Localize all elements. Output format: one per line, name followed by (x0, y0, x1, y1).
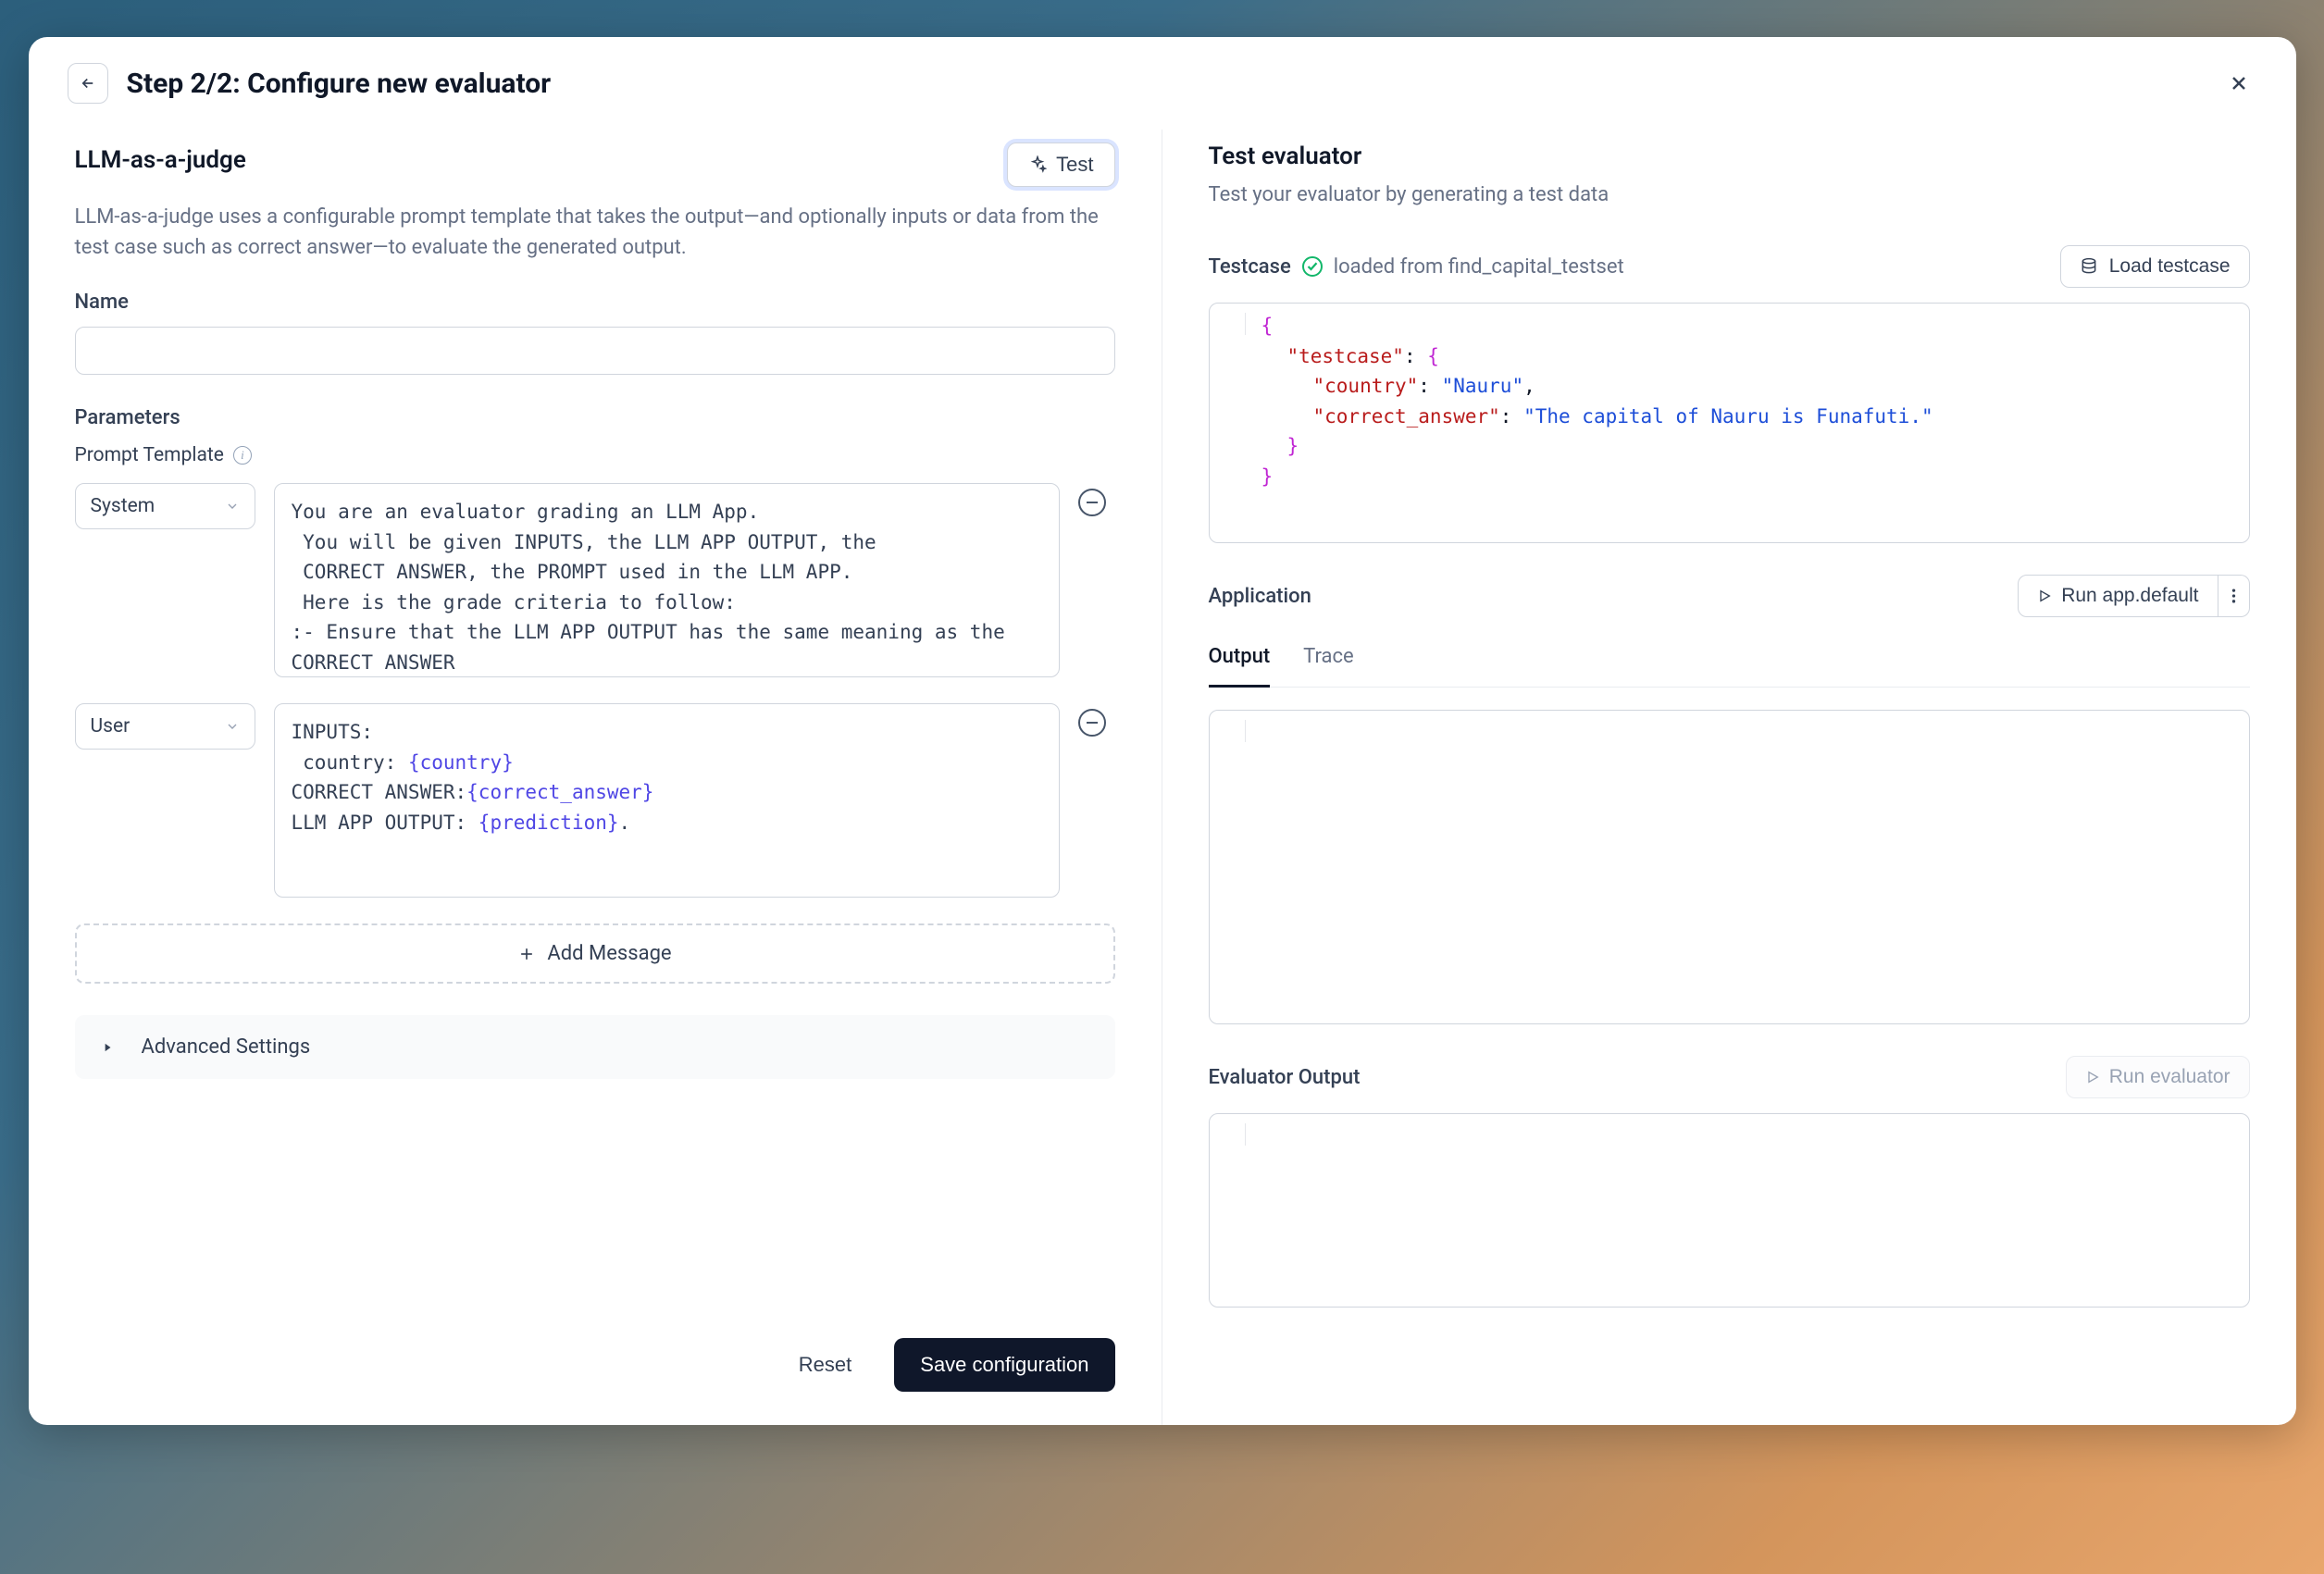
message-body-system[interactable]: You are an evaluator grading an LLM App.… (274, 483, 1060, 677)
remove-message-button[interactable] (1078, 489, 1106, 516)
play-icon (2085, 1070, 2100, 1084)
message-row-system: System You are an evaluator grading an L… (75, 483, 1115, 677)
run-evaluator-label: Run evaluator (2109, 1066, 2231, 1088)
modal-header: Step 2/2: Configure new evaluator (29, 37, 2296, 130)
save-configuration-button[interactable]: Save configuration (894, 1338, 1114, 1392)
role-select-label: User (91, 715, 130, 737)
evaluator-type-title: LLM-as-a-judge (75, 146, 246, 174)
test-button-label: Test (1056, 153, 1093, 177)
test-button[interactable]: Test (1007, 143, 1114, 187)
configure-evaluator-modal: Step 2/2: Configure new evaluator LLM-as… (29, 37, 2296, 1425)
application-output-box[interactable] (1209, 710, 2250, 1024)
reset-button[interactable]: Reset (782, 1340, 868, 1390)
run-app-label: Run app.default (2061, 585, 2198, 607)
run-app-button[interactable]: Run app.default (2018, 575, 2218, 617)
advanced-settings-toggle[interactable]: Advanced Settings (75, 1015, 1115, 1079)
name-input[interactable] (75, 327, 1115, 375)
testcase-json-box[interactable]: {"testcase": {"country": "Nauru","correc… (1209, 303, 2250, 543)
role-select-system[interactable]: System (75, 483, 255, 529)
role-select-label: System (91, 495, 155, 517)
add-message-button[interactable]: Add Message (75, 923, 1115, 984)
name-label: Name (75, 291, 1115, 314)
close-icon (2228, 72, 2250, 94)
dots-vertical-icon (2231, 588, 2236, 604)
play-icon (2037, 589, 2052, 603)
load-testcase-label: Load testcase (2109, 255, 2231, 278)
evaluator-output-box[interactable] (1209, 1113, 2250, 1308)
run-app-menu-button[interactable] (2218, 575, 2250, 617)
testcase-label: Testcase (1209, 255, 1291, 279)
back-button[interactable] (68, 63, 108, 104)
check-circle-icon (1302, 256, 1323, 277)
info-icon[interactable]: i (233, 446, 252, 465)
add-message-label: Add Message (547, 942, 671, 965)
application-header: Application Run app.default (1209, 575, 2250, 617)
sparkle-icon (1028, 155, 1047, 174)
output-tabs: Output Trace (1209, 634, 2250, 688)
testcase-header: Testcase loaded from find_capital_testse… (1209, 245, 2250, 288)
test-evaluator-subtitle: Test your evaluator by generating a test… (1209, 180, 2250, 210)
parameters-label: Parameters (75, 406, 1115, 429)
modal-title: Step 2/2: Configure new evaluator (127, 68, 552, 100)
plus-icon (517, 945, 536, 963)
prompt-template-label: Prompt Template i (75, 444, 1115, 466)
evaluator-output-label: Evaluator Output (1209, 1066, 1361, 1089)
evaluator-output-header: Evaluator Output Run evaluator (1209, 1056, 2250, 1098)
message-body-user[interactable]: INPUTS: country: {country} CORRECT ANSWE… (274, 703, 1060, 898)
advanced-settings-label: Advanced Settings (142, 1035, 311, 1059)
remove-message-button[interactable] (1078, 709, 1106, 737)
left-pane: LLM-as-a-judge Test LLM-as-a-judge uses … (29, 130, 1162, 1425)
close-button[interactable] (2220, 65, 2257, 102)
testcase-loaded-text: loaded from find_capital_testset (1334, 255, 1624, 279)
load-testcase-button[interactable]: Load testcase (2060, 245, 2250, 288)
caret-right-icon (101, 1041, 114, 1054)
tab-trace[interactable]: Trace (1303, 634, 1354, 688)
tab-output[interactable]: Output (1209, 634, 1271, 688)
application-label: Application (1209, 585, 1311, 608)
right-pane: Test evaluator Test your evaluator by ge… (1162, 130, 2296, 1425)
footer-actions: Reset Save configuration (782, 1338, 1115, 1392)
arrow-left-icon (80, 75, 96, 92)
message-row-user: User INPUTS: country: {country} CORRECT … (75, 703, 1115, 898)
role-select-user[interactable]: User (75, 703, 255, 750)
evaluator-description: LLM-as-a-judge uses a configurable promp… (75, 202, 1115, 263)
chevron-down-icon (225, 719, 240, 734)
chevron-down-icon (225, 499, 240, 514)
test-evaluator-title: Test evaluator (1209, 143, 2250, 170)
database-icon (2080, 256, 2098, 277)
run-evaluator-button[interactable]: Run evaluator (2066, 1056, 2250, 1098)
